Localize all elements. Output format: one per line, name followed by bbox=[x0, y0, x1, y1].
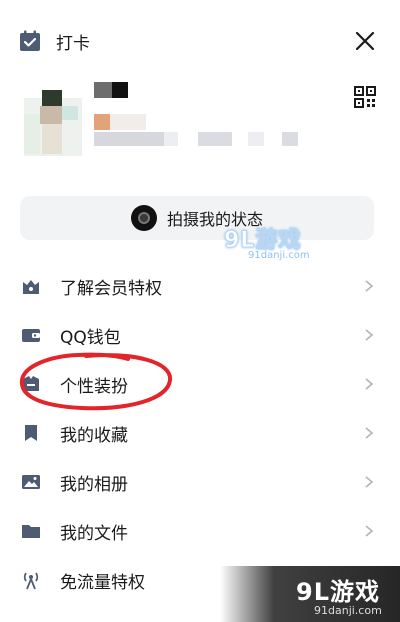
signature-redacted-2 bbox=[164, 132, 178, 146]
menu-item-favorites[interactable]: 我的收藏 bbox=[0, 409, 400, 457]
menu-item-qq-wallet[interactable]: QQ钱包 bbox=[0, 311, 400, 359]
menu-item-files[interactable]: 我的文件 bbox=[0, 507, 400, 555]
crown-icon bbox=[20, 275, 42, 297]
chevron-right-icon bbox=[365, 280, 374, 292]
menu-item-personalization[interactable]: 个性装扮 bbox=[0, 360, 400, 408]
camera-icon bbox=[130, 205, 157, 231]
close-icon bbox=[355, 31, 375, 51]
checkin-button[interactable]: 打卡 bbox=[18, 26, 90, 56]
signature-redacted-5 bbox=[282, 132, 298, 146]
chevron-right-icon bbox=[365, 378, 374, 390]
drawer-header: 打卡 bbox=[0, 0, 400, 80]
folder-icon bbox=[20, 520, 42, 542]
close-button[interactable] bbox=[350, 26, 380, 56]
avatar[interactable] bbox=[24, 84, 82, 156]
watermark-bottom-logo: 9L游戏 bbox=[296, 578, 380, 606]
watermark-top-url: 91danji.com bbox=[248, 250, 310, 261]
watermark-bottom-url: 91danji.com bbox=[314, 604, 382, 617]
signature-redacted bbox=[94, 132, 164, 146]
menu-item-label: 我的相册 bbox=[60, 474, 128, 495]
signal-tower-icon bbox=[20, 569, 42, 591]
menu-item-vip-privileges[interactable]: 了解会员特权 bbox=[0, 262, 400, 310]
menu-item-label: 个性装扮 bbox=[60, 376, 128, 397]
menu-item-albums[interactable]: 我的相册 bbox=[0, 458, 400, 506]
menu-item-label: 了解会员特权 bbox=[60, 278, 162, 299]
bookmark-icon bbox=[20, 422, 42, 444]
chevron-right-icon bbox=[365, 525, 374, 537]
dress-up-icon bbox=[20, 373, 42, 395]
nickname-redacted bbox=[94, 82, 112, 98]
watermark-bottom: 9L游戏 91danji.com bbox=[220, 566, 400, 622]
level-badge-redacted-2 bbox=[110, 114, 146, 130]
watermark-top: 9L游戏 91danji.com bbox=[224, 222, 324, 262]
signature-redacted-4 bbox=[248, 132, 264, 146]
calendar-check-icon bbox=[20, 30, 40, 51]
wallet-icon bbox=[20, 324, 42, 346]
chevron-right-icon bbox=[365, 427, 374, 439]
chevron-right-icon bbox=[365, 476, 374, 488]
menu-item-label: 我的文件 bbox=[60, 523, 128, 544]
profile-card[interactable] bbox=[0, 76, 400, 162]
menu-item-label: 我的收藏 bbox=[60, 425, 128, 446]
qr-code-icon[interactable] bbox=[354, 86, 376, 108]
nickname-redacted-2 bbox=[112, 82, 128, 98]
photo-icon bbox=[20, 471, 42, 493]
menu-item-label: QQ钱包 bbox=[60, 327, 121, 348]
signature-redacted-3 bbox=[198, 132, 232, 146]
level-badge-redacted bbox=[94, 114, 110, 130]
menu-item-label: 免流量特权 bbox=[60, 572, 145, 593]
chevron-right-icon bbox=[365, 329, 374, 341]
checkin-label: 打卡 bbox=[56, 33, 90, 54]
